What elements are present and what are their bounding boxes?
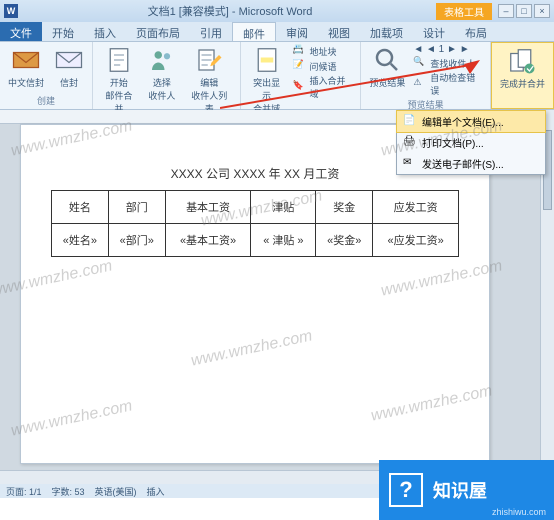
tab-review[interactable]: 审阅 xyxy=(276,22,318,41)
finish-merge-button[interactable]: 完成并合并 xyxy=(498,45,547,91)
header-cell[interactable]: 奖金 xyxy=(316,191,373,224)
envelope-red-icon xyxy=(11,45,41,75)
ribbon: 中文信封 信封 创建 开始 邮件合并 选择 收件人 编辑 收件人列表 开始邮件 xyxy=(0,42,554,110)
highlight-fields-button[interactable]: 突出显示 合并域 xyxy=(247,44,287,116)
insert-mode[interactable]: 插入 xyxy=(147,485,165,498)
highlight-icon xyxy=(252,45,282,75)
address-block-button[interactable]: 📇地址块 xyxy=(293,44,355,58)
group-create: 中文信封 信封 创建 xyxy=(0,42,93,109)
word-count[interactable]: 字数: 53 xyxy=(52,485,85,498)
table-field-row: «姓名» «部门» «基本工资» « 津贴 » «奖金» «应发工资» xyxy=(52,224,459,257)
greeting-line-button[interactable]: 📝问候语 xyxy=(293,59,355,73)
tab-mailings[interactable]: 邮件 xyxy=(232,22,276,41)
header-cell[interactable]: 基本工资 xyxy=(165,191,251,224)
field-cell[interactable]: «奖金» xyxy=(316,224,373,257)
language-indicator[interactable]: 英语(美国) xyxy=(95,485,137,498)
field-cell[interactable]: «应发工资» xyxy=(373,224,459,257)
question-icon: ? xyxy=(389,473,423,507)
select-recipients-button[interactable]: 选择 收件人 xyxy=(145,44,179,103)
group-label: 预览结果 xyxy=(367,97,484,111)
tab-table-layout[interactable]: 布局 xyxy=(455,22,497,41)
field-icon: 🔖 xyxy=(293,80,307,94)
nav-record-buttons[interactable]: ◄ ◄ 1 ► ► xyxy=(413,44,484,55)
field-cell[interactable]: « 津贴 » xyxy=(251,224,316,257)
magnifier-icon xyxy=(372,45,402,75)
group-label: 创建 xyxy=(6,93,86,107)
page-icon xyxy=(104,45,134,75)
salary-table[interactable]: 姓名 部门 基本工资 津贴 奖金 应发工资 «姓名» «部门» «基本工资» «… xyxy=(51,190,459,257)
doc-icon: 📄 xyxy=(403,115,417,129)
group-write-fields: 突出显示 合并域 📇地址块 📝问候语 🔖插入合并域 编写和插入域 xyxy=(241,42,362,109)
group-label xyxy=(498,105,547,106)
header-cell[interactable]: 姓名 xyxy=(52,191,109,224)
window-title: 文档1 [兼容模式] - Microsoft Word xyxy=(24,3,436,19)
tab-references[interactable]: 引用 xyxy=(190,22,232,41)
group-finish: 完成并合并 xyxy=(491,42,554,109)
edit-individual-item[interactable]: 📄 编辑单个文档(E)... xyxy=(396,110,546,133)
insert-field-button[interactable]: 🔖插入合并域 xyxy=(293,74,355,100)
greeting-icon: 📝 xyxy=(293,59,307,73)
field-cell[interactable]: «基本工资» xyxy=(165,224,251,257)
edit-recipients-button[interactable]: 编辑 收件人列表 xyxy=(185,44,234,116)
list-edit-icon xyxy=(194,45,224,75)
find-recipient-button[interactable]: 🔍查找收件人 xyxy=(413,56,484,70)
header-cell[interactable]: 应发工资 xyxy=(373,191,459,224)
mail-icon: ✉ xyxy=(403,157,417,171)
check-icon: ⚠ xyxy=(413,77,427,91)
maximize-button[interactable]: □ xyxy=(516,4,532,18)
tab-home[interactable]: 开始 xyxy=(42,22,84,41)
header-cell[interactable]: 部门 xyxy=(108,191,165,224)
envelope-button[interactable]: 信封 xyxy=(52,44,86,90)
group-start-merge: 开始 邮件合并 选择 收件人 编辑 收件人列表 开始邮件合并 xyxy=(93,42,241,109)
tab-addins[interactable]: 加载项 xyxy=(360,22,413,41)
preview-results-button[interactable]: 预览结果 xyxy=(367,44,407,90)
find-icon: 🔍 xyxy=(413,56,427,70)
window-controls: – □ × xyxy=(498,4,550,18)
page[interactable]: XXXX 公司 XXXX 年 XX 月工资 姓名 部门 基本工资 津贴 奖金 应… xyxy=(20,124,490,464)
badge-text: 知识屋 xyxy=(433,477,487,503)
ribbon-tabs: 文件 开始 插入 页面布局 引用 邮件 审阅 视图 加载项 设计 布局 xyxy=(0,22,554,42)
start-merge-button[interactable]: 开始 邮件合并 xyxy=(99,44,139,116)
group-preview: 预览结果 ◄ ◄ 1 ► ► 🔍查找收件人 ⚠自动检查错误 预览结果 xyxy=(361,42,491,109)
tab-layout[interactable]: 页面布局 xyxy=(126,22,190,41)
title-bar: W 文档1 [兼容模式] - Microsoft Word 表格工具 – □ × xyxy=(0,0,554,22)
tab-design[interactable]: 设计 xyxy=(413,22,455,41)
minimize-button[interactable]: – xyxy=(498,4,514,18)
check-errors-button[interactable]: ⚠自动检查错误 xyxy=(413,71,484,97)
address-icon: 📇 xyxy=(293,44,307,58)
field-cell[interactable]: «部门» xyxy=(108,224,165,257)
printer-icon: 🖨 xyxy=(403,136,417,150)
badge-url: zhishiwu.com xyxy=(492,507,546,517)
header-cell[interactable]: 津贴 xyxy=(251,191,316,224)
tab-insert[interactable]: 插入 xyxy=(84,22,126,41)
chinese-envelope-button[interactable]: 中文信封 xyxy=(6,44,46,90)
tab-file[interactable]: 文件 xyxy=(0,22,42,41)
close-button[interactable]: × xyxy=(534,4,550,18)
send-email-item[interactable]: ✉ 发送电子邮件(S)... xyxy=(397,153,545,174)
field-cell[interactable]: «姓名» xyxy=(52,224,109,257)
people-icon xyxy=(147,45,177,75)
print-documents-item[interactable]: 🖨 打印文档(P)... xyxy=(397,132,545,153)
finish-merge-dropdown: 📄 编辑单个文档(E)... 🖨 打印文档(P)... ✉ 发送电子邮件(S).… xyxy=(396,110,546,175)
word-icon: W xyxy=(4,4,18,18)
brand-badge: ? 知识屋 zhishiwu.com xyxy=(379,460,554,520)
tab-view[interactable]: 视图 xyxy=(318,22,360,41)
envelope-icon xyxy=(54,45,84,75)
finish-merge-icon xyxy=(507,46,537,76)
table-header-row: 姓名 部门 基本工资 津贴 奖金 应发工资 xyxy=(52,191,459,224)
contextual-tab[interactable]: 表格工具 xyxy=(436,3,492,20)
page-indicator[interactable]: 页面: 1/1 xyxy=(6,485,42,498)
